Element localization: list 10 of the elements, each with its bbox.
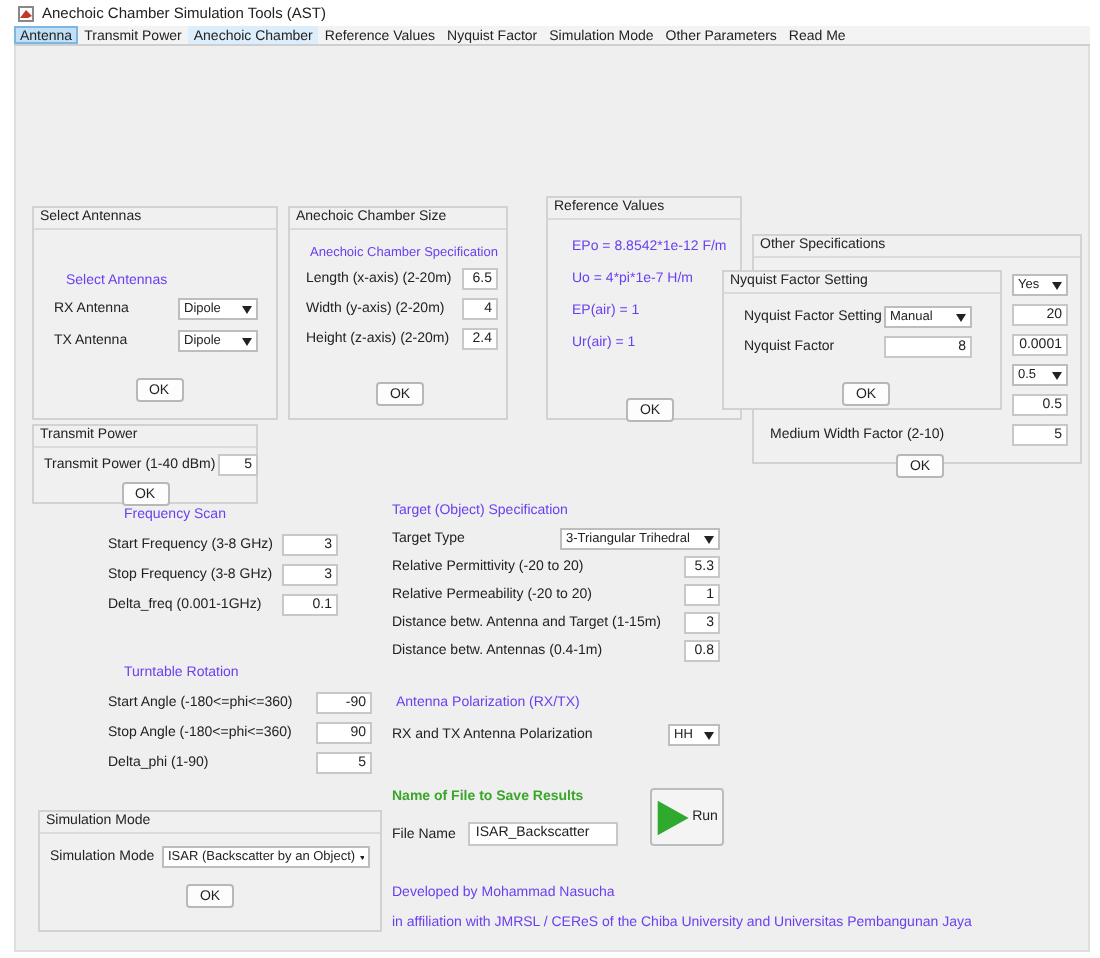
app-icon [18, 5, 34, 21]
dropdown-caret-icon [704, 731, 714, 739]
dropdown-caret-icon [242, 337, 252, 345]
dropdown-caret-icon [359, 853, 364, 861]
play-icon [655, 795, 691, 839]
dropdown-caret-icon [956, 313, 966, 321]
dropdown-caret-icon [1052, 281, 1062, 289]
dropdown-caret-icon [1052, 371, 1062, 379]
dropdown-caret-icon [242, 305, 252, 313]
dropdown-caret-icon [704, 535, 714, 543]
